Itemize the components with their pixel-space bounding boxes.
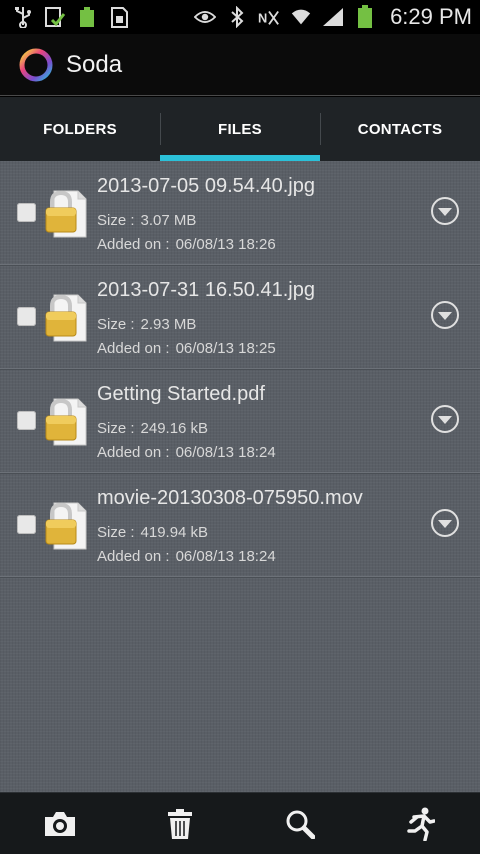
file-list[interactable]: 2013-07-05 09.54.40.jpg Size : 3.07 MB Ad…: [0, 161, 480, 792]
search-button[interactable]: [280, 804, 320, 844]
trash-icon: [168, 808, 192, 839]
locked-file-icon: [45, 190, 87, 238]
tab-bar: FOLDERS FILES CONTACTS: [0, 97, 480, 161]
exit-running-icon: [407, 807, 435, 841]
status-time: 6:29 PM: [390, 4, 472, 29]
size-value: 3.07 MB: [140, 212, 197, 229]
expand-chevron-icon[interactable]: [430, 508, 460, 538]
size-label: Size :: [97, 212, 135, 229]
sd-card-icon: [108, 6, 130, 28]
size-label: Size :: [97, 316, 135, 333]
file-name: Getting Started.pdf: [97, 383, 265, 405]
added-label: Added on :: [97, 444, 170, 461]
size-value: 419.94 kB: [140, 524, 209, 541]
file-added: Added on : 06/08/13 18:25: [97, 340, 276, 357]
locked-file-icon: [45, 398, 87, 446]
file-checkbox[interactable]: [17, 515, 36, 534]
download-done-icon: [44, 6, 66, 28]
battery-app-icon: [76, 6, 98, 28]
bottom-action-bar: [0, 792, 480, 854]
no-signal-icon: N: [258, 6, 280, 28]
expand-chevron-icon[interactable]: [430, 196, 460, 226]
file-row[interactable]: movie-20130308-075950.mov Size : 419.94 k…: [0, 473, 480, 577]
file-size: Size : 249.16 kB: [97, 420, 208, 437]
eye-icon: [194, 6, 217, 28]
status-right-icons: N 6:29 PM: [194, 4, 472, 30]
app-bar: Soda: [0, 34, 480, 96]
tab-contacts[interactable]: CONTACTS: [320, 97, 480, 161]
bluetooth-icon: [226, 6, 248, 28]
file-size: Size : 419.94 kB: [97, 524, 208, 541]
size-label: Size :: [97, 524, 135, 541]
wifi-icon: [290, 6, 312, 28]
expand-chevron-icon[interactable]: [430, 404, 460, 434]
expand-chevron-icon[interactable]: [430, 300, 460, 330]
svg-text:N: N: [258, 11, 267, 26]
file-added: Added on : 06/08/13 18:24: [97, 444, 276, 461]
file-name: movie-20130308-075950.mov: [97, 487, 363, 509]
size-value: 2.93 MB: [140, 316, 197, 333]
file-checkbox[interactable]: [17, 307, 36, 326]
added-value: 06/08/13 18:25: [175, 340, 276, 357]
file-row[interactable]: Getting Started.pdf Size : 249.16 kB Adde…: [0, 369, 480, 473]
exit-button[interactable]: [400, 804, 440, 844]
added-value: 06/08/13 18:24: [175, 444, 276, 461]
signal-icon: [322, 6, 344, 28]
locked-file-icon: [45, 294, 87, 342]
file-added: Added on : 06/08/13 18:24: [97, 548, 276, 565]
added-value: 06/08/13 18:24: [175, 548, 276, 565]
delete-button[interactable]: [160, 804, 200, 844]
file-size: Size : 3.07 MB: [97, 212, 196, 229]
tab-folders[interactable]: FOLDERS: [0, 97, 160, 161]
status-left-icons: [12, 6, 130, 28]
size-value: 249.16 kB: [140, 420, 209, 437]
added-value: 06/08/13 18:26: [175, 236, 276, 253]
locked-file-icon: [45, 502, 87, 550]
file-added: Added on : 06/08/13 18:26: [97, 236, 276, 253]
camera-button[interactable]: [40, 804, 80, 844]
status-bar: N 6:29 PM: [0, 0, 480, 34]
file-size: Size : 2.93 MB: [97, 316, 196, 333]
file-name: 2013-07-31 16.50.41.jpg: [97, 279, 315, 301]
file-row[interactable]: 2013-07-05 09.54.40.jpg Size : 3.07 MB Ad…: [0, 161, 480, 265]
added-label: Added on :: [97, 340, 170, 357]
battery-icon: [354, 5, 376, 28]
app-title: Soda: [66, 50, 123, 78]
file-checkbox[interactable]: [17, 411, 36, 430]
tab-files[interactable]: FILES: [160, 97, 320, 161]
usb-icon: [12, 6, 34, 28]
search-icon: [286, 810, 315, 839]
file-row[interactable]: 2013-07-31 16.50.41.jpg Size : 2.93 MB Ad…: [0, 265, 480, 369]
file-name: 2013-07-05 09.54.40.jpg: [97, 175, 315, 197]
added-label: Added on :: [97, 236, 170, 253]
soda-logo-icon: [19, 48, 53, 81]
camera-icon: [45, 811, 75, 836]
file-checkbox[interactable]: [17, 203, 36, 222]
size-label: Size :: [97, 420, 135, 437]
added-label: Added on :: [97, 548, 170, 565]
